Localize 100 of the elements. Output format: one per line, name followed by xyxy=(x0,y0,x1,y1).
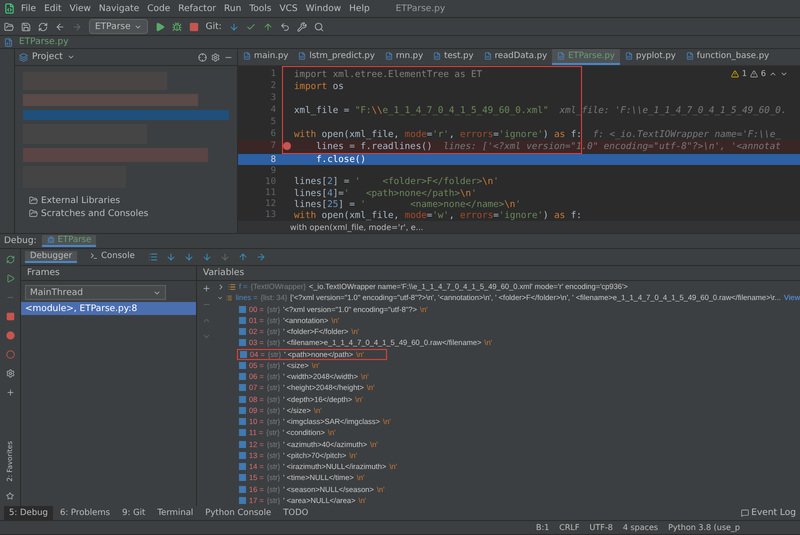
settings-icon[interactable] xyxy=(296,22,307,32)
python-file-icon xyxy=(384,52,393,60)
tree-item[interactable]: External Libraries xyxy=(41,196,120,206)
line-number: 8 xyxy=(270,154,277,165)
editor-tab[interactable]: test.py xyxy=(428,49,479,65)
menu-item[interactable]: Tools xyxy=(247,4,274,14)
dropdown-icon[interactable] xyxy=(66,53,75,61)
debugger-tab[interactable]: Debugger xyxy=(25,251,78,263)
code-line: import xml.etree.ElementTree as ET xyxy=(294,68,482,80)
project-icon xyxy=(19,52,28,62)
line-number: 11 xyxy=(264,188,277,198)
tree-item[interactable]: Scratches and Consoles xyxy=(41,208,148,218)
python-file-icon xyxy=(624,52,633,60)
stop-icon[interactable] xyxy=(6,312,14,321)
breakpoint-icon[interactable] xyxy=(283,142,291,150)
debugger-tab[interactable]: Console xyxy=(85,251,140,263)
breakpoints-icon[interactable] xyxy=(6,331,14,340)
line-number: 4 xyxy=(270,105,277,115)
menu-item[interactable]: Run xyxy=(222,4,244,14)
status-item[interactable]: B:1 xyxy=(536,523,550,532)
mute-breakpoints-icon[interactable] xyxy=(6,350,14,359)
code-breadcrumb[interactable]: with open(xml_file, mode='r', e... xyxy=(290,222,424,232)
menu-item[interactable]: Help xyxy=(347,4,372,14)
back-icon[interactable] xyxy=(55,22,65,32)
tool-tab[interactable]: 5: Debug xyxy=(4,506,53,520)
line-number: 13 xyxy=(264,210,277,220)
editor-tab[interactable]: rnn.py xyxy=(380,49,428,65)
code-line: lines[25] = ' <name>none</name>\n' xyxy=(294,198,521,210)
menu-item[interactable]: Refactor xyxy=(176,4,218,14)
code-line: import os xyxy=(294,80,344,92)
python-file-icon xyxy=(484,52,492,60)
tool-tab[interactable]: Python Console xyxy=(200,506,276,520)
tool-tab[interactable]: TODO xyxy=(278,506,314,520)
warning-icon[interactable] xyxy=(730,70,739,78)
status-item[interactable]: Python 3.8 (use_p xyxy=(668,523,740,532)
editor-tab[interactable]: function_base.py xyxy=(680,49,774,65)
debug-icon[interactable] xyxy=(172,22,182,32)
menu-item[interactable]: View xyxy=(68,4,93,14)
frame-item[interactable]: <module>, ETParse.py:8 xyxy=(21,302,196,315)
menu-item[interactable]: Navigate xyxy=(96,4,142,14)
python-file-icon xyxy=(686,52,694,60)
menu-item[interactable]: File xyxy=(19,4,38,14)
stop-icon[interactable] xyxy=(188,22,199,32)
settings-icon[interactable] xyxy=(211,52,220,62)
menu-item[interactable]: Code xyxy=(145,4,172,14)
sync-icon[interactable] xyxy=(38,22,48,32)
step-over-icon[interactable] xyxy=(166,252,176,262)
code-line: lines[2] = ' <folder>F</folder>\n' xyxy=(294,176,499,188)
status-item[interactable]: 4 spaces xyxy=(622,523,658,532)
star-icon xyxy=(6,492,14,500)
event-log-tab[interactable]: Event Log xyxy=(751,508,796,518)
python-file-icon xyxy=(433,52,442,60)
settings-icon[interactable] xyxy=(6,369,14,378)
update-icon[interactable] xyxy=(228,22,239,32)
push-icon[interactable] xyxy=(262,22,273,32)
tool-tab[interactable]: Terminal xyxy=(152,506,198,520)
run-icon[interactable] xyxy=(154,22,165,32)
editor-tab[interactable]: pyplot.py xyxy=(620,49,681,65)
code-line: f.close() xyxy=(315,154,366,166)
expand-icon[interactable] xyxy=(217,282,225,291)
python-file-icon xyxy=(557,52,566,60)
add-icon[interactable] xyxy=(202,284,210,293)
warning-icon[interactable] xyxy=(750,70,758,78)
code-line: with open(xml_file, mode='r', errors='ignore') as f: f: <_io.TextIOWrapper name='F:\\e_ xyxy=(294,128,781,140)
python-file-icon xyxy=(298,52,306,60)
run-to-cursor-icon[interactable] xyxy=(256,252,266,262)
thread-dropdown[interactable]: MainThread xyxy=(25,285,166,300)
run-config-dropdown[interactable]: ETParse xyxy=(89,19,148,34)
tool-tab[interactable]: 6: Problems xyxy=(54,506,116,520)
open-icon[interactable] xyxy=(4,22,14,32)
commit-icon[interactable] xyxy=(246,22,256,32)
app-logo-icon xyxy=(4,3,15,14)
editor-tab[interactable]: readData.py xyxy=(478,49,552,65)
rollback-icon[interactable] xyxy=(280,22,290,32)
locate-icon[interactable] xyxy=(198,52,207,62)
line-number: 7 xyxy=(270,141,277,151)
panel-title[interactable]: Project xyxy=(32,52,63,62)
save-icon[interactable] xyxy=(21,22,31,32)
menu-item[interactable]: Edit xyxy=(42,4,64,14)
menu-item[interactable]: Window xyxy=(304,4,344,14)
search-icon[interactable] xyxy=(314,22,324,32)
resume-icon[interactable] xyxy=(6,274,14,283)
bug-icon xyxy=(46,236,55,244)
status-item[interactable]: CRLF xyxy=(559,523,580,532)
step-into-my-code-icon[interactable] xyxy=(202,252,212,262)
panel-title: Debug: xyxy=(4,236,37,246)
line-number: 1 xyxy=(270,69,277,79)
editor-tab[interactable]: main.py xyxy=(238,49,294,65)
tool-tab[interactable]: 9: Git xyxy=(117,506,150,520)
python-file-icon xyxy=(243,52,251,60)
editor-tab[interactable]: lstm_predict.py xyxy=(293,49,380,65)
step-out-icon[interactable] xyxy=(238,252,248,262)
menu-item[interactable]: VCS xyxy=(277,4,300,14)
status-item[interactable]: UTF-8 xyxy=(589,523,613,532)
breadcrumb[interactable]: ETParse.py xyxy=(19,37,69,47)
code-line: lines[4]=' <path>none</path>\n' xyxy=(294,188,477,199)
line-number: 9 xyxy=(270,166,277,176)
rerun-icon[interactable] xyxy=(6,255,14,264)
step-into-icon[interactable] xyxy=(184,252,194,262)
warning-count: 6 xyxy=(760,69,766,78)
